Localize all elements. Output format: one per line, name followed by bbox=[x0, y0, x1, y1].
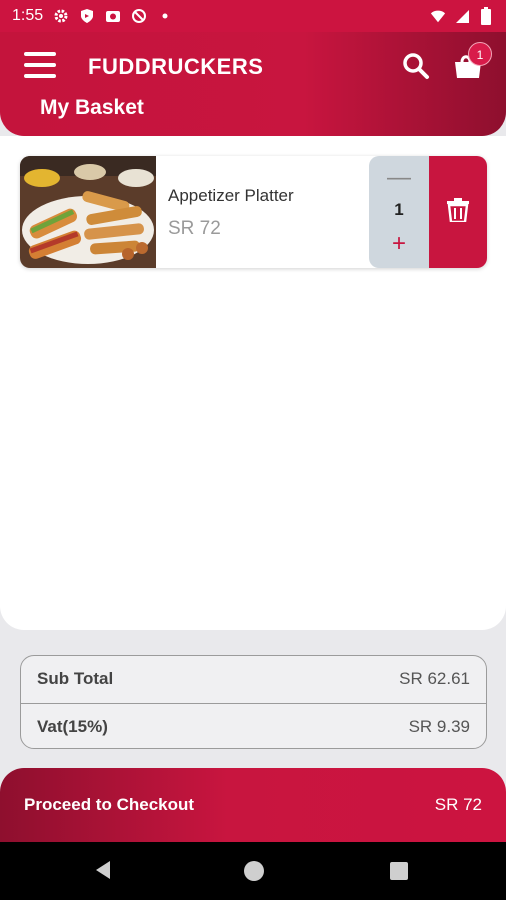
signal-icon bbox=[454, 8, 470, 24]
wifi-icon bbox=[430, 8, 446, 24]
search-icon[interactable] bbox=[402, 52, 430, 80]
do-not-disturb-icon bbox=[131, 8, 147, 24]
back-icon[interactable] bbox=[94, 860, 112, 885]
battery-icon bbox=[478, 7, 494, 25]
item-name: Appetizer Platter bbox=[168, 186, 294, 205]
app-header: FUDDRUCKERS 1 My Basket bbox=[0, 32, 506, 136]
camera-icon bbox=[105, 8, 121, 24]
home-icon[interactable] bbox=[244, 861, 264, 881]
vat-value: SR 9.39 bbox=[408, 716, 470, 736]
menu-icon[interactable] bbox=[24, 52, 56, 78]
status-bar: 1:55 bbox=[0, 0, 506, 32]
system-nav-bar bbox=[0, 842, 506, 900]
vat-label: Vat(15%) bbox=[37, 716, 108, 736]
quantity-value: 1 bbox=[394, 200, 404, 219]
subtotal-row: Sub Total SR 62.61 bbox=[21, 656, 486, 702]
cart-count-badge: 1 bbox=[468, 42, 492, 66]
delete-item-button[interactable] bbox=[429, 156, 487, 268]
brand-name: FUDDRUCKERS bbox=[88, 54, 264, 79]
checkout-label: Proceed to Checkout bbox=[24, 795, 195, 814]
decrease-quantity-button[interactable]: — bbox=[369, 162, 429, 194]
recents-icon[interactable] bbox=[390, 862, 408, 880]
status-time: 1:55 bbox=[12, 7, 44, 24]
checkout-total: SR 72 bbox=[434, 795, 482, 814]
proceed-to-checkout-button[interactable]: Proceed to Checkout SR 72 bbox=[0, 768, 506, 842]
dot-icon bbox=[157, 8, 173, 24]
basket-item: Appetizer Platter SR 72 — 1 + bbox=[20, 156, 487, 268]
vat-row: Vat(15%) SR 9.39 bbox=[21, 703, 486, 749]
quantity-stepper: — 1 + bbox=[369, 156, 429, 268]
increase-quantity-button[interactable]: + bbox=[369, 228, 429, 260]
trash-icon bbox=[447, 197, 469, 227]
shield-icon bbox=[79, 8, 95, 24]
subtotal-value: SR 62.61 bbox=[399, 669, 470, 688]
page-title: My Basket bbox=[40, 96, 144, 119]
item-price: SR 72 bbox=[168, 218, 221, 239]
order-summary: Sub Total SR 62.61 Vat(15%) SR 9.39 bbox=[20, 655, 487, 749]
settings-icon bbox=[53, 8, 69, 24]
item-image bbox=[20, 156, 156, 268]
subtotal-label: Sub Total bbox=[37, 669, 114, 688]
basket-list: Appetizer Platter SR 72 — 1 + bbox=[0, 136, 506, 630]
